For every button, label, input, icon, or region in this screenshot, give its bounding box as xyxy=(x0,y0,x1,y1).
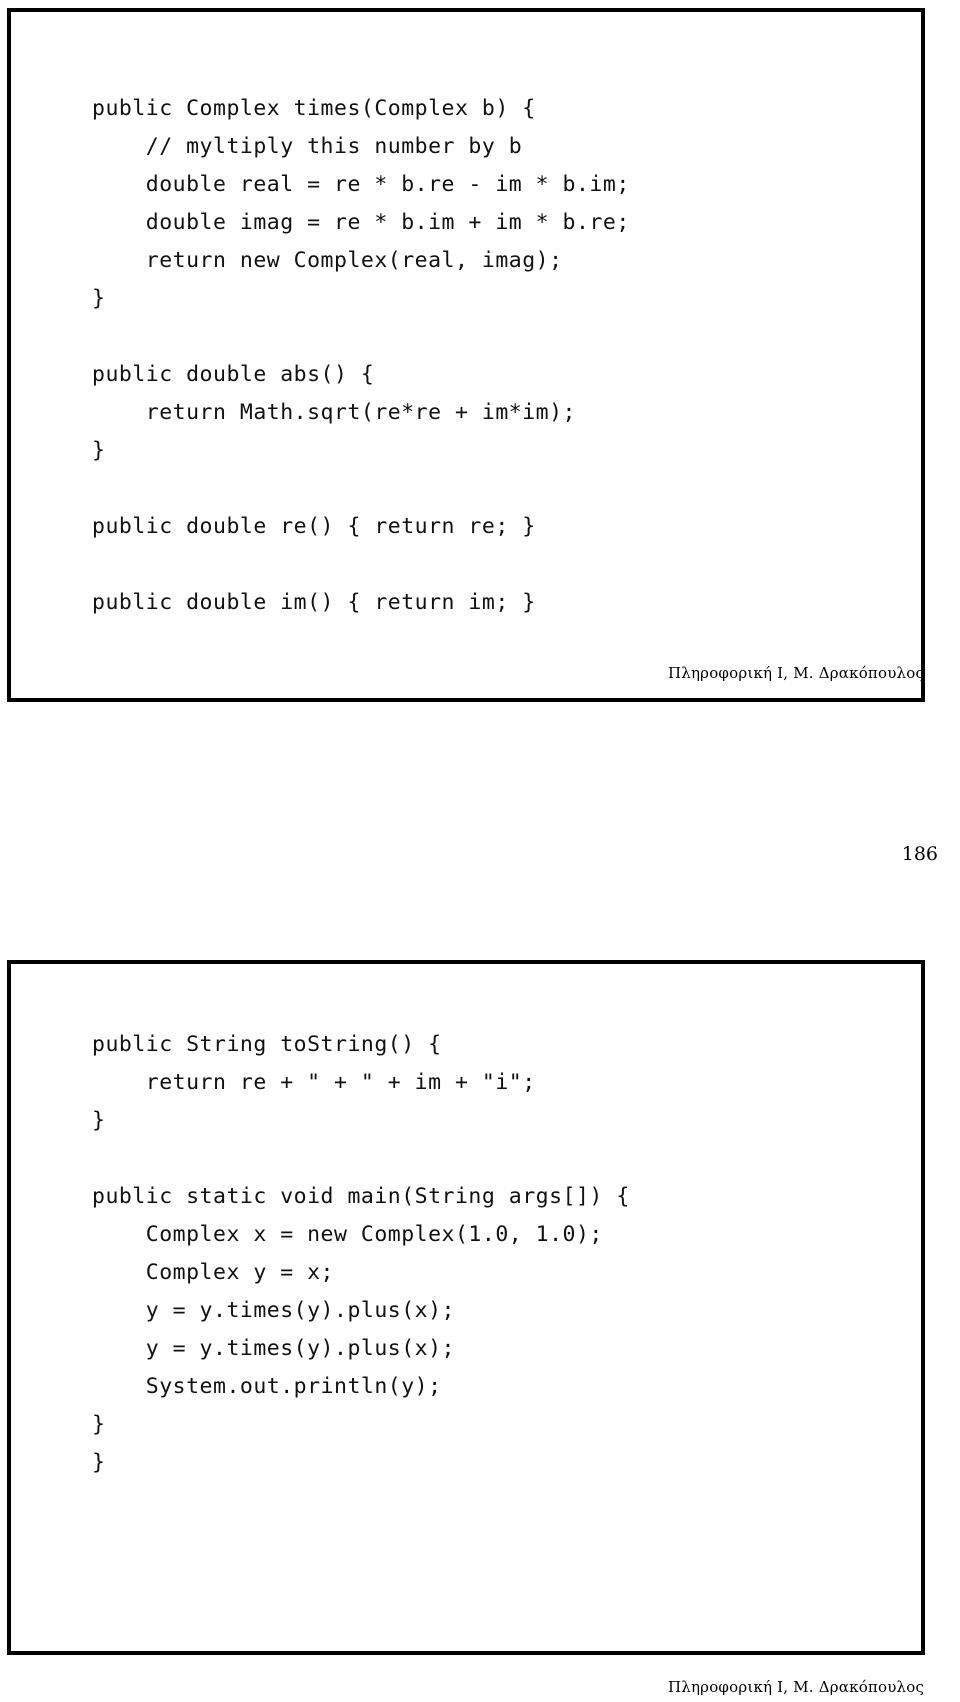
code-line: // myltiply this number by b xyxy=(92,133,523,159)
slide-footer-1: Πληροφορική Ι, Μ. Δρακόπουλος xyxy=(668,664,925,682)
code-line: y = y.times(y).plus(x); xyxy=(92,1297,455,1323)
slide-footer-2: Πληροφορική Ι, Μ. Δρακόπουλος xyxy=(668,1678,925,1696)
code-line: Complex x = new Complex(1.0, 1.0); xyxy=(92,1221,603,1247)
page-number: 186 xyxy=(901,843,938,865)
code-line: public double re() { return re; } xyxy=(92,513,536,539)
code-block-2: public String toString() { return re + "… xyxy=(92,988,630,1482)
slide-page: public Complex times(Complex b) { // myl… xyxy=(0,0,960,1702)
code-line: return new Complex(real, imag); xyxy=(92,247,563,273)
code-line: System.out.println(y); xyxy=(92,1373,442,1399)
code-line: } xyxy=(92,285,106,311)
code-line: return Math.sqrt(re*re + im*im); xyxy=(92,399,576,425)
code-line: } xyxy=(92,1107,106,1133)
code-line: public static void main(String args[]) { xyxy=(92,1183,630,1209)
code-block-1: public Complex times(Complex b) { // myl… xyxy=(92,90,630,622)
code-line: public Complex times(Complex b) { xyxy=(92,95,536,121)
code-line: public double im() { return im; } xyxy=(92,589,536,615)
code-line: } xyxy=(92,1411,106,1437)
code-line: y = y.times(y).plus(x); xyxy=(92,1335,455,1361)
code-line: } xyxy=(92,437,106,463)
code-line: public String toString() { xyxy=(92,1031,442,1057)
code-line: double real = re * b.re - im * b.im; xyxy=(92,171,630,197)
code-line: return re + " + " + im + "i"; xyxy=(92,1069,536,1095)
code-line: } xyxy=(92,1449,106,1475)
code-line: public double abs() { xyxy=(92,361,375,387)
code-line: double imag = re * b.im + im * b.re; xyxy=(92,209,630,235)
code-line: Complex y = x; xyxy=(92,1259,334,1285)
